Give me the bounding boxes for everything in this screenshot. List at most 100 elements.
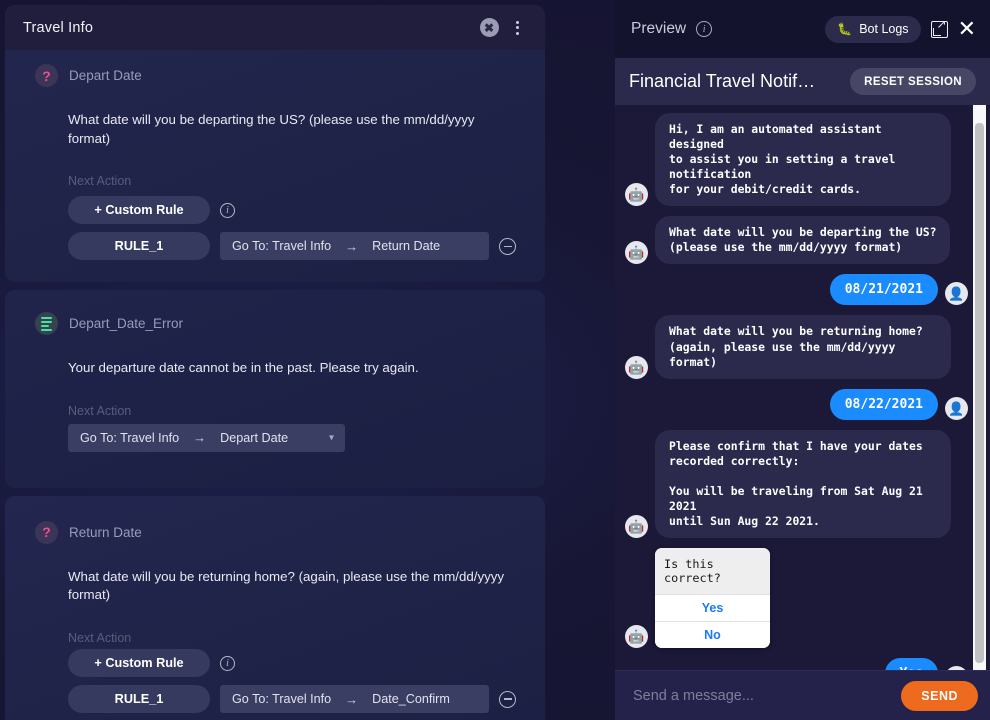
add-custom-rule-button[interactable]: + Custom Rule	[68, 649, 210, 678]
rule-row: RULE_1 Go To: Travel Info → Return Date	[5, 224, 545, 261]
bot-logs-button[interactable]: 🐛 Bot Logs	[825, 15, 921, 43]
next-action-label: Next Action	[68, 174, 132, 189]
page-title: Travel Info	[23, 19, 94, 36]
bot-message: Please confirm that I have your dates re…	[655, 429, 951, 539]
arrow-right-icon: →	[193, 430, 207, 446]
user-message: Yes	[884, 658, 938, 670]
rule-name-chip[interactable]: RULE_1	[68, 232, 210, 261]
preview-panel: Preview i 🐛 Bot Logs ✕ Financial Travel …	[615, 0, 990, 720]
bot-message: What date will you be returning home? (a…	[655, 315, 951, 379]
add-custom-rule-button[interactable]: + Custom Rule	[68, 196, 210, 225]
bot-avatar: 🤖	[625, 625, 648, 649]
node-card-depart-date: Travel Info ✖ ? Depart Date What date wi…	[5, 5, 545, 283]
rule-row: RULE_1 Go To: Travel Info → Date_Confirm	[5, 677, 545, 714]
card-header: Travel Info ✖	[5, 5, 545, 50]
node-prompt-text: Your departure date cannot be in the pas…	[68, 360, 419, 376]
node-name-label: Depart_Date_Error	[69, 316, 184, 332]
message-composer: SEND	[615, 670, 990, 720]
list-item: 🤖 What date will you be returning home? …	[625, 315, 968, 379]
arrow-right-icon: →	[345, 238, 359, 254]
remove-rule-icon[interactable]	[499, 237, 516, 255]
user-avatar: 👤	[945, 666, 968, 670]
preview-toolbar: Preview i 🐛 Bot Logs ✕	[615, 0, 990, 58]
user-message: 08/22/2021	[829, 388, 938, 420]
bot-logs-label: Bot Logs	[859, 22, 909, 36]
send-button[interactable]: SEND	[901, 680, 978, 711]
node-header: Depart_Date_Error	[5, 290, 545, 336]
arrow-right-icon: →	[345, 691, 359, 707]
goto-select-row: Go To: Travel Info → Depart Date ▾	[5, 418, 545, 452]
preview-title: Preview	[631, 20, 687, 37]
user-avatar: 👤	[945, 396, 968, 420]
custom-rule-row: + Custom Rule i	[5, 188, 545, 225]
chat-transcript: 🤖 Hi, I am an automated assistant design…	[615, 105, 990, 670]
goto-target: Return Date	[372, 239, 441, 254]
chevron-down-icon: ▾	[328, 432, 334, 444]
quick-reply-option-yes[interactable]: Yes	[655, 594, 770, 622]
list-item: 🤖 Is this correct? Yes No	[625, 548, 968, 649]
list-item: Yes 👤	[625, 658, 968, 670]
list-item: 🤖 Please confirm that I have your dates …	[625, 429, 968, 539]
list-item: 🤖 What date will you be departing the US…	[625, 216, 968, 265]
rule-name-chip[interactable]: RULE_1	[68, 685, 210, 714]
user-message: 08/21/2021	[829, 274, 938, 306]
bot-name-label: Financial Travel Notif…	[629, 71, 816, 91]
message-lines-glyph	[41, 316, 52, 331]
kebab-menu-icon[interactable]	[503, 14, 531, 42]
goto-label: Go To: Travel Info	[80, 430, 180, 445]
next-action-label: Next Action	[68, 403, 132, 418]
goto-target-field[interactable]: Go To: Travel Info → Date_Confirm	[220, 685, 489, 714]
reset-session-button[interactable]: RESET SESSION	[850, 68, 976, 95]
bot-message: Hi, I am an automated assistant designed…	[655, 113, 951, 207]
goto-target: Date_Confirm	[372, 692, 450, 707]
message-input[interactable]	[633, 687, 892, 704]
node-prompt-text: What date will you be returning home? (a…	[68, 568, 505, 603]
goto-select-field[interactable]: Go To: Travel Info → Depart Date ▾	[68, 423, 345, 452]
goto-target: Depart Date	[220, 430, 289, 445]
chat-scrollbar[interactable]	[973, 105, 986, 670]
card-spacer	[5, 260, 545, 282]
user-avatar: 👤	[945, 282, 968, 306]
info-icon[interactable]: i	[220, 655, 235, 671]
bot-avatar: 🤖	[625, 183, 648, 207]
chat-scrollbar-thumb[interactable]	[975, 123, 984, 663]
node-header: ? Return Date	[5, 496, 545, 544]
next-action-label: Next Action	[68, 631, 132, 646]
bot-header-bar: Financial Travel Notif… RESET SESSION	[615, 58, 990, 105]
circle-x-glyph: ✖	[479, 18, 499, 37]
bot-message: What date will you be departing the US? …	[655, 216, 951, 265]
bot-avatar: 🤖	[625, 355, 648, 379]
quick-reply-card: Is this correct? Yes No	[655, 548, 770, 649]
quick-reply-option-no[interactable]: No	[655, 621, 770, 649]
goto-target-field[interactable]: Go To: Travel Info → Return Date	[220, 232, 489, 261]
app-root: Travel Info ✖ ? Depart Date What date wi…	[0, 0, 990, 720]
node-name-label: Depart Date	[69, 68, 142, 83]
bot-avatar: 🤖	[625, 241, 648, 265]
node-card-depart-date-error: Depart_Date_Error Your departure date ca…	[5, 290, 545, 488]
list-item: 🤖 Hi, I am an automated assistant design…	[625, 113, 968, 207]
list-item: 08/21/2021 👤	[625, 274, 968, 306]
circle-x-icon[interactable]: ✖	[475, 14, 503, 42]
bug-icon: 🐛	[837, 22, 853, 36]
info-icon[interactable]: i	[220, 202, 235, 218]
card-spacer	[5, 452, 545, 488]
bot-avatar: 🤖	[625, 515, 648, 539]
custom-rule-row: + Custom Rule i	[5, 645, 545, 678]
expand-icon[interactable]	[930, 18, 948, 38]
kebab-dots	[515, 20, 519, 35]
quick-reply-question: Is this correct?	[655, 548, 770, 595]
node-prompt-text: What date will you be departing the US? …	[68, 112, 475, 146]
goto-label: Go To: Travel Info	[232, 692, 332, 707]
flow-editor-panel: Travel Info ✖ ? Depart Date What date wi…	[0, 0, 612, 720]
remove-rule-icon[interactable]	[499, 690, 516, 708]
node-header: ? Depart Date	[5, 50, 545, 87]
message-lines-icon	[35, 312, 58, 336]
node-card-return-date: ? Return Date What date will you be retu…	[5, 495, 545, 720]
card-spacer	[5, 713, 545, 720]
question-icon: ?	[35, 64, 58, 87]
info-icon[interactable]: i	[696, 21, 713, 37]
close-icon[interactable]: ✕	[958, 18, 976, 40]
list-item: 08/22/2021 👤	[625, 388, 968, 420]
goto-label: Go To: Travel Info	[232, 239, 332, 254]
question-icon: ?	[35, 520, 58, 544]
